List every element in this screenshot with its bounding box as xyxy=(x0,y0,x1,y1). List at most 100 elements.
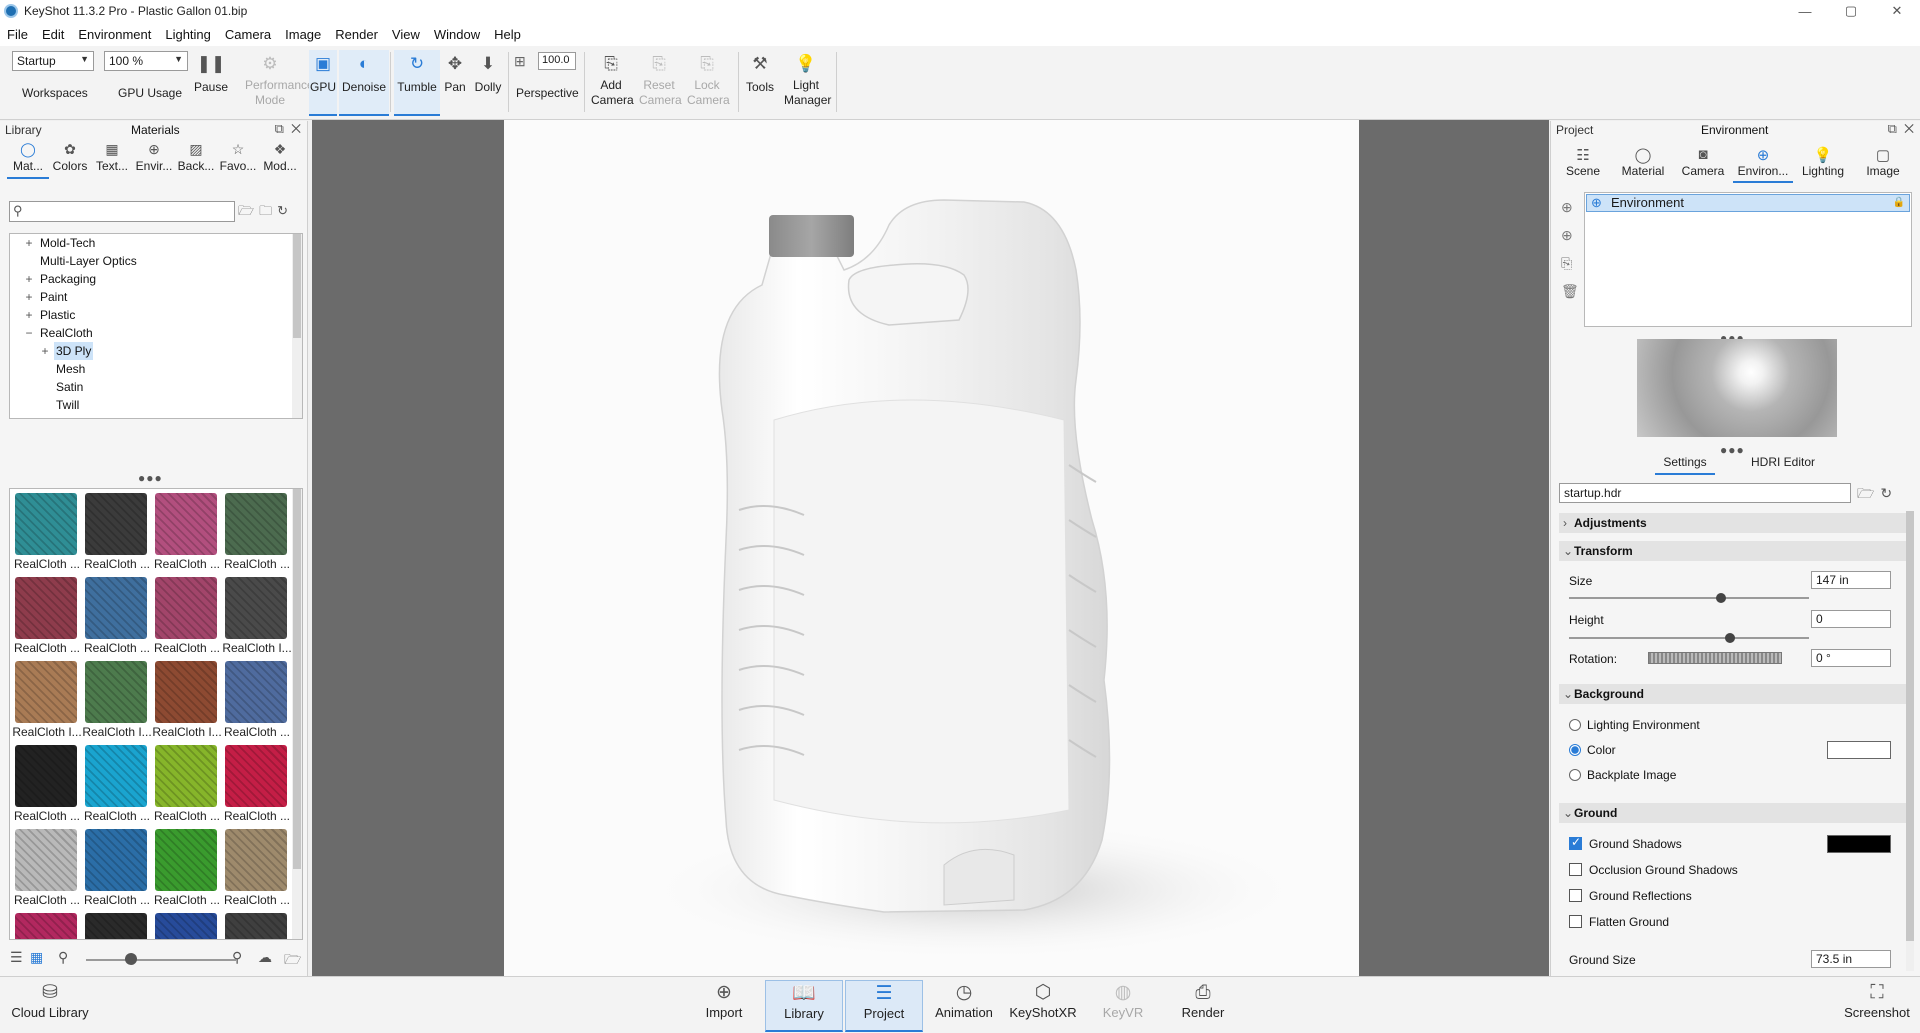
material-thumbnail[interactable] xyxy=(152,913,222,939)
ground-shadows-checkbox[interactable]: Ground Shadows xyxy=(1569,835,1682,851)
flatten-ground-checkbox[interactable]: Flatten Ground xyxy=(1569,915,1669,929)
checkbox[interactable] xyxy=(1569,835,1582,850)
render-viewport[interactable] xyxy=(312,120,1549,976)
slider-handle[interactable] xyxy=(125,953,137,965)
expand-icon[interactable]: + xyxy=(24,270,34,288)
animation-button[interactable]: ◷ Animation xyxy=(928,980,1000,1032)
ground-section-header[interactable]: ⌄ Ground xyxy=(1559,803,1907,823)
folder-add-icon[interactable]: 🗀 xyxy=(259,203,277,218)
duplicate-environment-icon[interactable]: ⊕ xyxy=(1561,221,1577,249)
menu-view[interactable]: View xyxy=(385,27,427,42)
height-slider[interactable] xyxy=(1569,637,1809,639)
add-camera-button[interactable]: ⎘ Add Camera xyxy=(588,50,634,116)
expand-icon[interactable]: + xyxy=(24,306,34,324)
pause-button[interactable]: ❚❚ Pause xyxy=(194,50,228,116)
reset-camera-button[interactable]: ⎘ Reset Camera xyxy=(636,50,682,116)
tab-textures[interactable]: ▦ Text... xyxy=(91,139,133,179)
size-input[interactable]: 147 in xyxy=(1811,571,1891,589)
material-thumbnail[interactable] xyxy=(82,913,152,939)
light-manager-button[interactable]: 💡 Light Manager xyxy=(780,50,832,116)
tree-item[interactable]: Satin xyxy=(10,378,302,396)
tab-environments[interactable]: ⊕ Envir... xyxy=(133,139,175,179)
list-view-icon[interactable]: ☰ xyxy=(10,949,23,966)
minimize-button[interactable]: — xyxy=(1782,0,1828,22)
tree-item[interactable]: + Plastic xyxy=(10,306,302,324)
material-thumbnail[interactable]: RealCloth ... xyxy=(222,661,292,739)
tab-backplates[interactable]: ▨ Back... xyxy=(175,139,217,179)
import-button[interactable]: ⊕ Import xyxy=(692,980,756,1032)
close-icon[interactable]: ✕ xyxy=(291,121,301,136)
keyvr-button[interactable]: ◍ KeyVR xyxy=(1088,980,1158,1032)
tree-item[interactable]: + Paint xyxy=(10,288,302,306)
resize-handle-dots[interactable]: ●●● xyxy=(138,471,163,485)
library-search-input[interactable]: ⚲ xyxy=(9,201,235,222)
tab-lighting[interactable]: 💡 Lighting xyxy=(1793,145,1853,183)
menu-help[interactable]: Help xyxy=(487,27,528,42)
perspective-label[interactable]: Perspective xyxy=(516,86,579,100)
dolly-button[interactable]: ⬇ Dolly xyxy=(470,50,506,116)
tree-item[interactable]: + Scattering Medium xyxy=(10,414,302,418)
transform-section-header[interactable]: ⌄ Transform xyxy=(1559,541,1907,561)
project-button[interactable]: ☰ Project xyxy=(845,980,923,1032)
folder-icon[interactable]: 🗁 xyxy=(238,203,259,218)
size-slider[interactable] xyxy=(1569,597,1809,599)
cloud-upload-icon[interactable]: ☁ xyxy=(258,949,272,966)
menu-image[interactable]: Image xyxy=(278,27,328,42)
tumble-button[interactable]: ↻ Tumble xyxy=(394,50,440,116)
ground-size-input[interactable]: 73.5 in xyxy=(1811,950,1891,968)
float-icon[interactable]: ⧉ xyxy=(1888,121,1897,136)
tree-item[interactable]: − RealCloth xyxy=(10,324,302,342)
tab-materials[interactable]: ◯ Mat... xyxy=(7,139,49,179)
grid-view-icon[interactable]: ▦ xyxy=(30,949,43,966)
tab-scene[interactable]: ☷ Scene xyxy=(1553,145,1613,183)
refresh-icon[interactable]: ↻ xyxy=(1880,485,1898,501)
pan-button[interactable]: ✥ Pan xyxy=(441,50,469,116)
menu-environment[interactable]: Environment xyxy=(71,27,158,42)
material-thumbnail[interactable]: RealCloth ... xyxy=(12,745,82,823)
tab-environment[interactable]: ⊕ Environ... xyxy=(1733,145,1793,183)
render-canvas[interactable] xyxy=(504,120,1359,976)
maximize-button[interactable]: ▢ xyxy=(1828,0,1874,22)
close-icon[interactable]: ✕ xyxy=(1904,121,1914,136)
scrollbar-thumb[interactable] xyxy=(293,489,301,869)
library-button[interactable]: 📖 Library xyxy=(765,980,843,1032)
tree-item[interactable]: Twill xyxy=(10,396,302,414)
menu-file[interactable]: File xyxy=(0,27,35,42)
radio-button[interactable] xyxy=(1569,769,1581,781)
gpu-usage-select[interactable]: 100 % ▼ xyxy=(104,51,188,71)
scrollbar-thumb[interactable] xyxy=(293,234,301,338)
radio-button[interactable] xyxy=(1569,719,1581,731)
folder-open-icon[interactable]: 🗁 xyxy=(1857,485,1880,501)
material-thumbnail[interactable]: RealCloth I... xyxy=(222,577,292,655)
lock-camera-button[interactable]: ⎘ Lock Camera xyxy=(684,50,730,116)
lighting-environment-radio[interactable]: Lighting Environment xyxy=(1569,718,1700,732)
ground-reflections-checkbox[interactable]: Ground Reflections xyxy=(1569,889,1692,903)
tree-item[interactable]: + Mold-Tech xyxy=(10,234,302,252)
gpu-button[interactable]: ▣ GPU xyxy=(309,50,337,116)
collapse-icon[interactable]: − xyxy=(24,324,34,342)
material-thumbnail[interactable]: RealCloth ... xyxy=(12,577,82,655)
tab-hdri-editor[interactable]: HDRI Editor xyxy=(1751,455,1815,473)
tree-item[interactable]: +3D Ply xyxy=(10,342,302,360)
material-thumbnail[interactable]: RealCloth ... xyxy=(152,745,222,823)
adjustments-section-header[interactable]: › Adjustments xyxy=(1559,513,1907,533)
thumbnails-scrollbar[interactable] xyxy=(292,489,302,939)
checkbox[interactable] xyxy=(1569,915,1582,928)
performance-mode-button[interactable]: ⚙ Performance Mode xyxy=(232,50,314,116)
delete-icon[interactable]: 🗑 xyxy=(1561,277,1579,305)
material-thumbnail[interactable]: RealCloth ... xyxy=(222,745,292,823)
settings-scrollbar[interactable] xyxy=(1906,511,1914,971)
material-thumbnail[interactable]: RealCloth ... xyxy=(152,577,222,655)
background-section-header[interactable]: ⌄ Background xyxy=(1559,684,1907,704)
tree-item[interactable]: + Packaging xyxy=(10,270,302,288)
expand-icon[interactable]: + xyxy=(24,288,34,306)
expand-icon[interactable]: + xyxy=(40,342,50,360)
menu-window[interactable]: Window xyxy=(427,27,487,42)
tab-image[interactable]: ▢ Image xyxy=(1853,145,1913,183)
ground-shadow-color-swatch[interactable] xyxy=(1827,835,1891,853)
expand-icon[interactable]: + xyxy=(24,234,34,252)
checkbox[interactable] xyxy=(1569,889,1582,902)
keyshotxr-button[interactable]: ⬡ KeyShotXR xyxy=(1008,980,1078,1032)
height-input[interactable]: 0 xyxy=(1811,610,1891,628)
checkbox[interactable] xyxy=(1569,863,1582,876)
